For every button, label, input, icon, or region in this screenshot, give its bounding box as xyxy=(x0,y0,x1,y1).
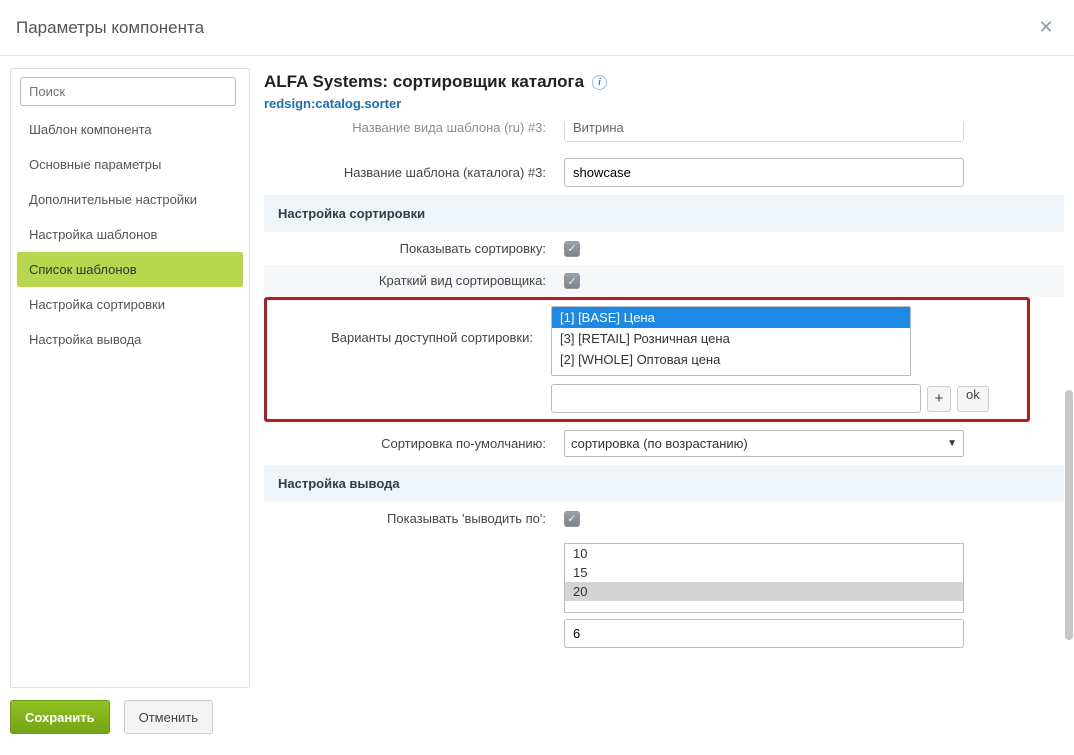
sort-default-select[interactable]: сортировка (по возрастанию) ▼ xyxy=(564,430,964,457)
sort-variants-listbox[interactable]: [1] [BASE] Цена [3] [RETAIL] Розничная ц… xyxy=(551,306,911,376)
outer-scrollbar[interactable] xyxy=(1064,130,1074,693)
maximize-button[interactable] xyxy=(1004,16,1028,40)
cancel-button[interactable]: Отменить xyxy=(124,700,213,734)
show-sort-label: Показывать сортировку: xyxy=(264,241,564,256)
outer-scrollbar-thumb[interactable] xyxy=(1065,390,1073,640)
sort-variant-option[interactable]: [3] [RETAIL] Розничная цена xyxy=(552,328,910,349)
tpl-name-ru-label: Название вида шаблона (ru) #3: xyxy=(264,121,564,135)
section-sort-settings: Настройка сортировки xyxy=(264,195,1064,232)
close-button[interactable]: ✕ xyxy=(1034,16,1058,40)
sidebar-item-template-list[interactable]: Список шаблонов xyxy=(17,252,243,287)
show-sort-checkbox[interactable]: ✓ xyxy=(564,241,580,257)
dialog-title-bar: Параметры компонента ✕ xyxy=(0,0,1074,56)
main-panel: ALFA Systems: сортировщик каталога i red… xyxy=(250,68,1064,688)
sidebar-item-sort-settings[interactable]: Настройка сортировки xyxy=(17,287,243,322)
show-output-checkbox[interactable]: ✓ xyxy=(564,511,580,527)
output-counts-listbox[interactable]: 10 15 20 xyxy=(564,543,964,613)
sort-variant-add-button[interactable]: + xyxy=(927,386,951,412)
tpl-name-catalog-label: Название шаблона (каталога) #3: xyxy=(264,165,564,180)
sidebar-item-output-settings[interactable]: Настройка вывода xyxy=(17,322,243,357)
tpl-name-ru-input[interactable] xyxy=(564,121,964,142)
save-button[interactable]: Сохранить xyxy=(10,700,110,734)
sort-default-value: сортировка (по возрастанию) xyxy=(571,436,748,451)
main-header: ALFA Systems: сортировщик каталога i red… xyxy=(264,68,1064,121)
dialog-footer: Сохранить Отменить xyxy=(0,692,1074,742)
chevron-down-icon: ▼ xyxy=(947,438,957,449)
info-icon[interactable]: i xyxy=(592,75,607,90)
section-output-settings: Настройка вывода xyxy=(264,465,1064,502)
sidebar-item-extra-settings[interactable]: Дополнительные настройки xyxy=(17,182,243,217)
sidebar: Шаблон компонента Основные параметры Доп… xyxy=(10,68,250,688)
sidebar-item-main-params[interactable]: Основные параметры xyxy=(17,147,243,182)
short-view-label: Краткий вид сортировщика: xyxy=(264,273,564,288)
sidebar-search-input[interactable] xyxy=(20,77,236,106)
output-extra-input[interactable] xyxy=(564,619,964,648)
sort-variants-label: Варианты доступной сортировки: xyxy=(267,306,551,345)
output-count-option[interactable]: 20 xyxy=(565,582,963,601)
sort-variant-option[interactable]: [1] [BASE] Цена xyxy=(552,307,910,328)
show-output-label: Показывать 'выводить по': xyxy=(264,511,564,526)
sort-default-label: Сортировка по-умолчанию: xyxy=(264,436,564,451)
component-title: ALFA Systems: сортировщик каталога xyxy=(264,72,584,92)
output-count-option[interactable]: 10 xyxy=(565,544,963,563)
sidebar-item-template[interactable]: Шаблон компонента xyxy=(17,112,243,147)
dialog-title: Параметры компонента xyxy=(16,18,204,38)
component-code: redsign:catalog.sorter xyxy=(264,96,1064,111)
sort-variant-ok-button[interactable]: ok xyxy=(957,386,989,412)
sort-variants-highlight: Варианты доступной сортировки: [1] [BASE… xyxy=(264,297,1030,422)
output-count-option[interactable]: 15 xyxy=(565,563,963,582)
sort-variant-add-input[interactable] xyxy=(551,384,921,413)
form-scroll-area[interactable]: Название вида шаблона (ru) #3: Название … xyxy=(264,121,1064,688)
short-view-checkbox[interactable]: ✓ xyxy=(564,273,580,289)
tpl-name-catalog-input[interactable] xyxy=(564,158,964,187)
sort-variant-option[interactable]: [2] [WHOLE] Оптовая цена xyxy=(552,349,910,370)
sidebar-item-template-settings[interactable]: Настройка шаблонов xyxy=(17,217,243,252)
